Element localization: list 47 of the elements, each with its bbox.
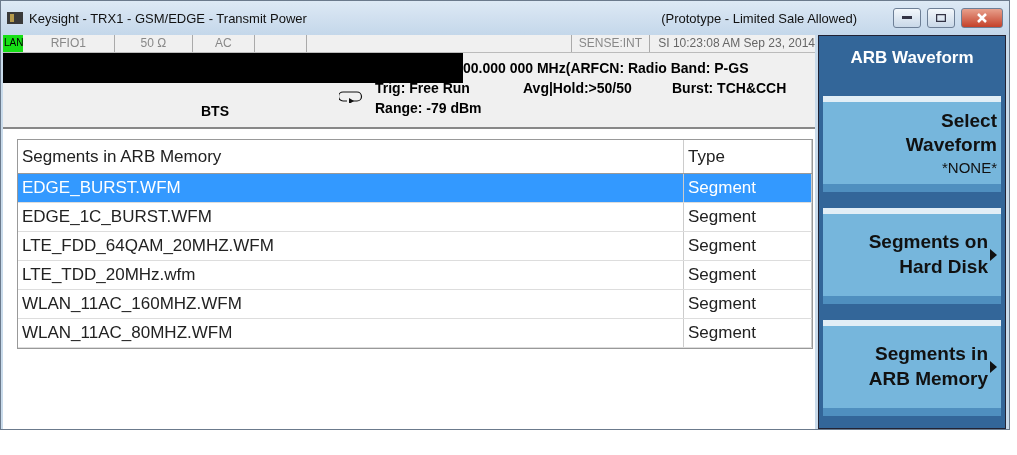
- trigger-setting: Trig: Free Run: [375, 80, 470, 96]
- table-cell: Segment: [684, 290, 812, 318]
- table-cell: LTE_TDD_20MHz.wfm: [18, 261, 684, 289]
- submenu-arrow-icon: [990, 249, 997, 261]
- minimize-button[interactable]: [893, 8, 921, 28]
- table-cell: LTE_FDD_64QAM_20MHZ.WFM: [18, 232, 684, 260]
- column-header: Type: [684, 140, 812, 173]
- minimize-icon: [902, 16, 912, 20]
- app-icon: [7, 11, 23, 25]
- softkey[interactable]: Segments on Hard Disk: [823, 208, 1001, 304]
- table-cell: WLAN_11AC_80MHZ.WFM: [18, 319, 684, 347]
- table-cell: EDGE_BURST.WFM: [18, 174, 684, 202]
- submenu-arrow-icon: [990, 361, 997, 373]
- status-field: RFIO1: [23, 35, 115, 52]
- softkey[interactable]: Select Waveform *NONE*: [823, 96, 1001, 192]
- status-field: SENSE:INT: [571, 35, 651, 52]
- lan-indicator: LAN: [3, 35, 23, 52]
- table-cell: Segment: [684, 232, 812, 260]
- status-field: 50 Ω: [114, 35, 194, 52]
- segment-row[interactable]: WLAN_11AC_160MHZ.WFM Segment: [18, 290, 812, 319]
- burst-setting: Burst: TCH&CCH: [672, 80, 787, 96]
- mode-label: BTS: [201, 103, 229, 119]
- table-cell: Segment: [684, 261, 812, 289]
- menu-title: ARB Waveform: [849, 47, 975, 69]
- range-setting: Range: -79 dBm: [375, 100, 482, 116]
- license-notice: (Prototype - Limited Sale Allowed): [661, 10, 857, 26]
- table-cell: Segment: [684, 319, 812, 347]
- segment-row[interactable]: LTE_FDD_64QAM_20MHZ.WFM Segment: [18, 232, 812, 261]
- table-cell: EDGE_1C_BURST.WFM: [18, 203, 684, 231]
- maximize-icon: [936, 14, 946, 22]
- segment-row[interactable]: WLAN_11AC_80MHZ.WFM Segment: [18, 319, 812, 348]
- loop-icon: [339, 89, 363, 103]
- segment-row[interactable]: EDGE_1C_BURST.WFM Segment: [18, 203, 812, 232]
- frequency-setting: 00.000 000 MHz(ARFCN: Radio Band: P-GS: [463, 60, 749, 76]
- segment-row[interactable]: LTE_TDD_20MHz.wfm Segment: [18, 261, 812, 290]
- average-setting: Avg|Hold:>50/50: [523, 80, 632, 96]
- window-title: Keysight - TRX1 - GSM/EDGE - Transmit Power: [29, 10, 307, 26]
- close-icon: [977, 13, 987, 23]
- status-field: AC: [193, 35, 255, 52]
- table-cell: Segment: [684, 203, 812, 231]
- close-button[interactable]: [961, 8, 1003, 28]
- table-cell: WLAN_11AC_160MHZ.WFM: [18, 290, 684, 318]
- softkey[interactable]: Segments in ARB Memory: [823, 320, 1001, 416]
- maximize-button[interactable]: [927, 8, 955, 28]
- table-cell: Segment: [684, 174, 812, 202]
- status-datetime: SI 10:23:08 AM Sep 23, 2014: [657, 35, 815, 52]
- column-header: Segments in ARB Memory: [18, 140, 684, 173]
